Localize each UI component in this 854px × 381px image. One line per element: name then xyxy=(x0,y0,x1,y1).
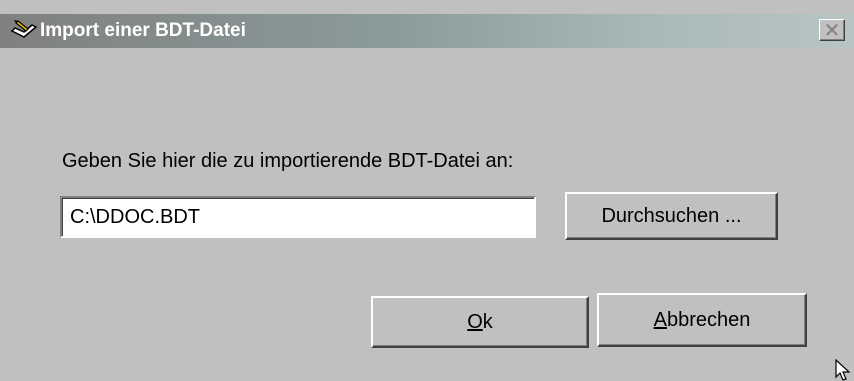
window-title: Import einer BDT-Datei xyxy=(40,20,246,41)
bdt-file-path-input[interactable] xyxy=(60,196,536,238)
close-icon: ✕ xyxy=(823,18,841,42)
import-prompt-label: Geben Sie hier die zu importierende BDT-… xyxy=(62,150,514,172)
ok-label-rest: k xyxy=(482,310,493,333)
cancel-mnemonic: A xyxy=(653,308,667,331)
ok-button[interactable]: Ok xyxy=(371,296,589,348)
pen-writing-icon xyxy=(10,20,38,38)
ok-mnemonic: O xyxy=(467,310,483,333)
cancel-button[interactable]: Abbrechen xyxy=(597,293,807,347)
mouse-cursor-icon xyxy=(835,359,851,381)
cancel-label-rest: bbrechen xyxy=(666,308,751,331)
title-bar[interactable]: Import einer BDT-Datei xyxy=(0,14,854,48)
browse-button[interactable]: Durchsuchen ... xyxy=(565,192,778,240)
close-button[interactable]: ✕ xyxy=(819,18,845,42)
